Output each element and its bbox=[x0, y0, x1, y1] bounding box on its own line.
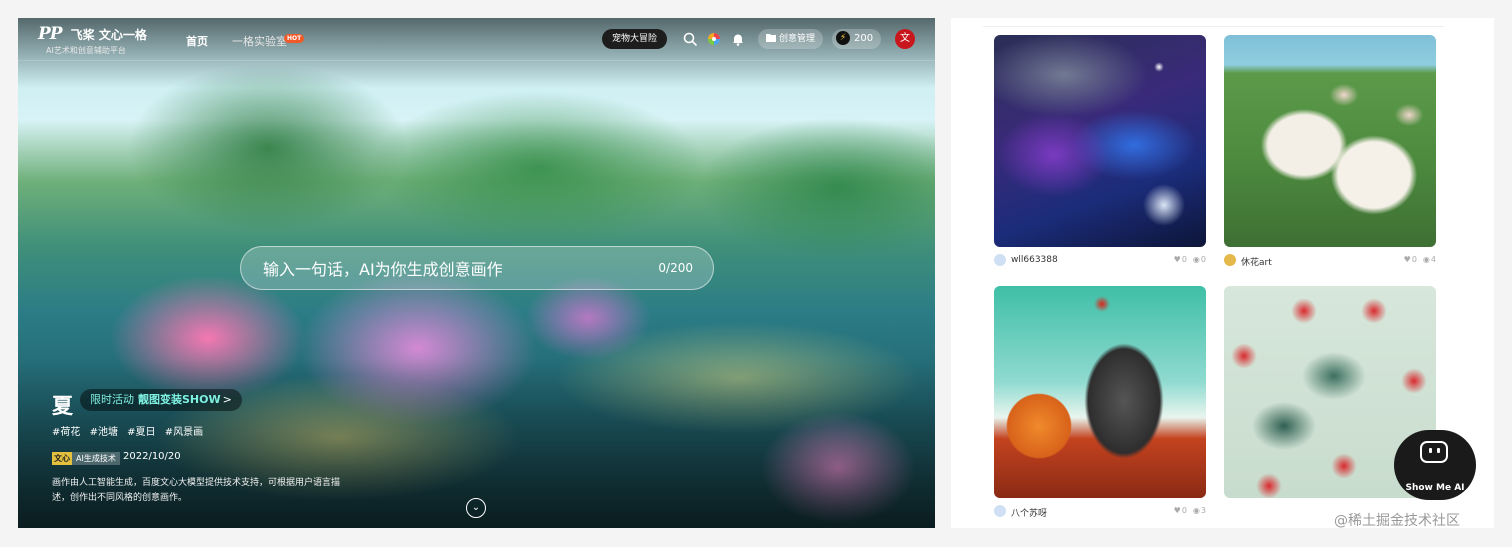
robot-icon bbox=[1420, 441, 1448, 463]
tag-item[interactable]: #夏日 bbox=[127, 427, 155, 438]
like-count: 0 bbox=[1411, 255, 1417, 264]
scroll-down-button[interactable]: ⌄ bbox=[466, 498, 486, 518]
folder-icon bbox=[766, 34, 776, 42]
show-me-ai-widget[interactable]: Show Me AI bbox=[1394, 430, 1476, 500]
tag-item[interactable]: #风景画 bbox=[165, 427, 203, 438]
watermark: @稀土掘金技术社区 bbox=[1334, 513, 1460, 529]
hero-banner: PP 飞桨 文心一格 AI艺术和创意辅助平台 首页 一格实验室 HOT 宠物大冒… bbox=[18, 18, 935, 528]
gallery-image[interactable] bbox=[1224, 35, 1436, 247]
card-meta: wll663388 ♥0 ◉0 bbox=[994, 252, 1206, 268]
card-meta: 休花art ♥0 ◉4 bbox=[1224, 252, 1436, 268]
logo-mark: PP bbox=[38, 24, 63, 44]
card-username[interactable]: 休花art bbox=[1241, 255, 1272, 268]
prompt-char-counter: 0/200 bbox=[658, 261, 693, 275]
badge-text: AI生成技术 bbox=[72, 452, 120, 465]
eye-icon: ◉ bbox=[1192, 255, 1200, 264]
credits-button[interactable]: ⚡ 200 bbox=[832, 29, 882, 49]
card-stats: ♥0 ◉0 bbox=[1168, 255, 1206, 264]
user-avatar-small[interactable] bbox=[994, 254, 1006, 266]
pet-adventure-button[interactable]: 宠物大冒险 bbox=[602, 29, 668, 49]
nav-lab[interactable]: 一格实验室 bbox=[232, 33, 287, 49]
color-wheel-icon[interactable] bbox=[706, 31, 722, 47]
view-count: 3 bbox=[1200, 506, 1206, 515]
chevron-down-icon: ⌄ bbox=[471, 502, 481, 513]
tag-item[interactable]: #荷花 bbox=[52, 427, 80, 438]
heart-icon[interactable]: ♥ bbox=[1174, 255, 1181, 264]
user-avatar-small[interactable] bbox=[994, 505, 1006, 517]
like-count: 0 bbox=[1181, 506, 1187, 515]
show-me-ai-label: Show Me AI bbox=[1405, 483, 1465, 493]
brand-name: 飞桨 文心一格 bbox=[70, 28, 147, 42]
heart-icon[interactable]: ♥ bbox=[1174, 506, 1181, 515]
view-count: 4 bbox=[1430, 255, 1436, 264]
heart-icon[interactable]: ♥ bbox=[1404, 255, 1411, 264]
user-avatar-small[interactable] bbox=[1224, 254, 1236, 266]
card-stats: ♥0 ◉3 bbox=[1168, 506, 1206, 515]
badge-brand: 文心 bbox=[52, 452, 72, 465]
user-avatar[interactable]: 文 bbox=[895, 29, 915, 49]
tag-list: #荷花 #池塘 #夏日 #风景画 bbox=[52, 423, 209, 438]
prompt-box[interactable]: 0/200 bbox=[240, 246, 714, 290]
nav-home[interactable]: 首页 bbox=[186, 33, 208, 49]
gallery-image[interactable] bbox=[994, 286, 1206, 498]
tag-item[interactable]: #池塘 bbox=[90, 427, 118, 438]
event-label: 限时活动 bbox=[90, 393, 134, 406]
card-meta: 八个苏呀 ♥0 ◉3 bbox=[994, 503, 1206, 519]
like-count: 0 bbox=[1181, 255, 1187, 264]
prompt-input[interactable] bbox=[261, 255, 625, 283]
search-icon[interactable] bbox=[682, 31, 698, 47]
event-banner-button[interactable]: 限时活动 靓图变装SHOW > bbox=[80, 389, 242, 411]
work-description: 画作由人工智能生成，百度文心大模型提供技术支持，可根据用户语言描述，创作出不同风… bbox=[52, 478, 341, 503]
gallery-divider bbox=[983, 26, 1444, 27]
event-title: 靓图变装SHOW bbox=[138, 393, 221, 406]
chevron-right-icon: > bbox=[222, 393, 232, 406]
brand-tagline: AI艺术和创意辅助平台 bbox=[46, 46, 126, 55]
eye-icon: ◉ bbox=[1422, 255, 1430, 264]
top-navbar: PP 飞桨 文心一格 AI艺术和创意辅助平台 首页 一格实验室 HOT 宠物大冒… bbox=[18, 18, 935, 60]
lightning-icon: ⚡ bbox=[836, 31, 850, 45]
card-username[interactable]: wll663388 bbox=[1011, 255, 1058, 265]
hot-badge: HOT bbox=[284, 34, 305, 43]
creative-manage-button[interactable]: 创意管理 bbox=[758, 29, 824, 49]
season-title: 夏 bbox=[52, 394, 73, 418]
card-stats: ♥0 ◉4 bbox=[1398, 255, 1436, 264]
bell-icon[interactable] bbox=[730, 31, 746, 47]
ai-generated-badge: 文心 AI生成技术 bbox=[52, 452, 120, 465]
navbar-divider bbox=[18, 60, 935, 61]
credits-value: 200 bbox=[854, 33, 874, 44]
logo[interactable]: PP 飞桨 文心一格 AI艺术和创意辅助平台 bbox=[38, 24, 147, 56]
card-username[interactable]: 八个苏呀 bbox=[1011, 506, 1047, 519]
creative-manage-label: 创意管理 bbox=[779, 34, 816, 44]
gallery-image[interactable] bbox=[994, 35, 1206, 247]
eye-icon: ◉ bbox=[1192, 506, 1200, 515]
view-count: 0 bbox=[1200, 255, 1206, 264]
work-date: 2022/10/20 bbox=[123, 451, 181, 462]
